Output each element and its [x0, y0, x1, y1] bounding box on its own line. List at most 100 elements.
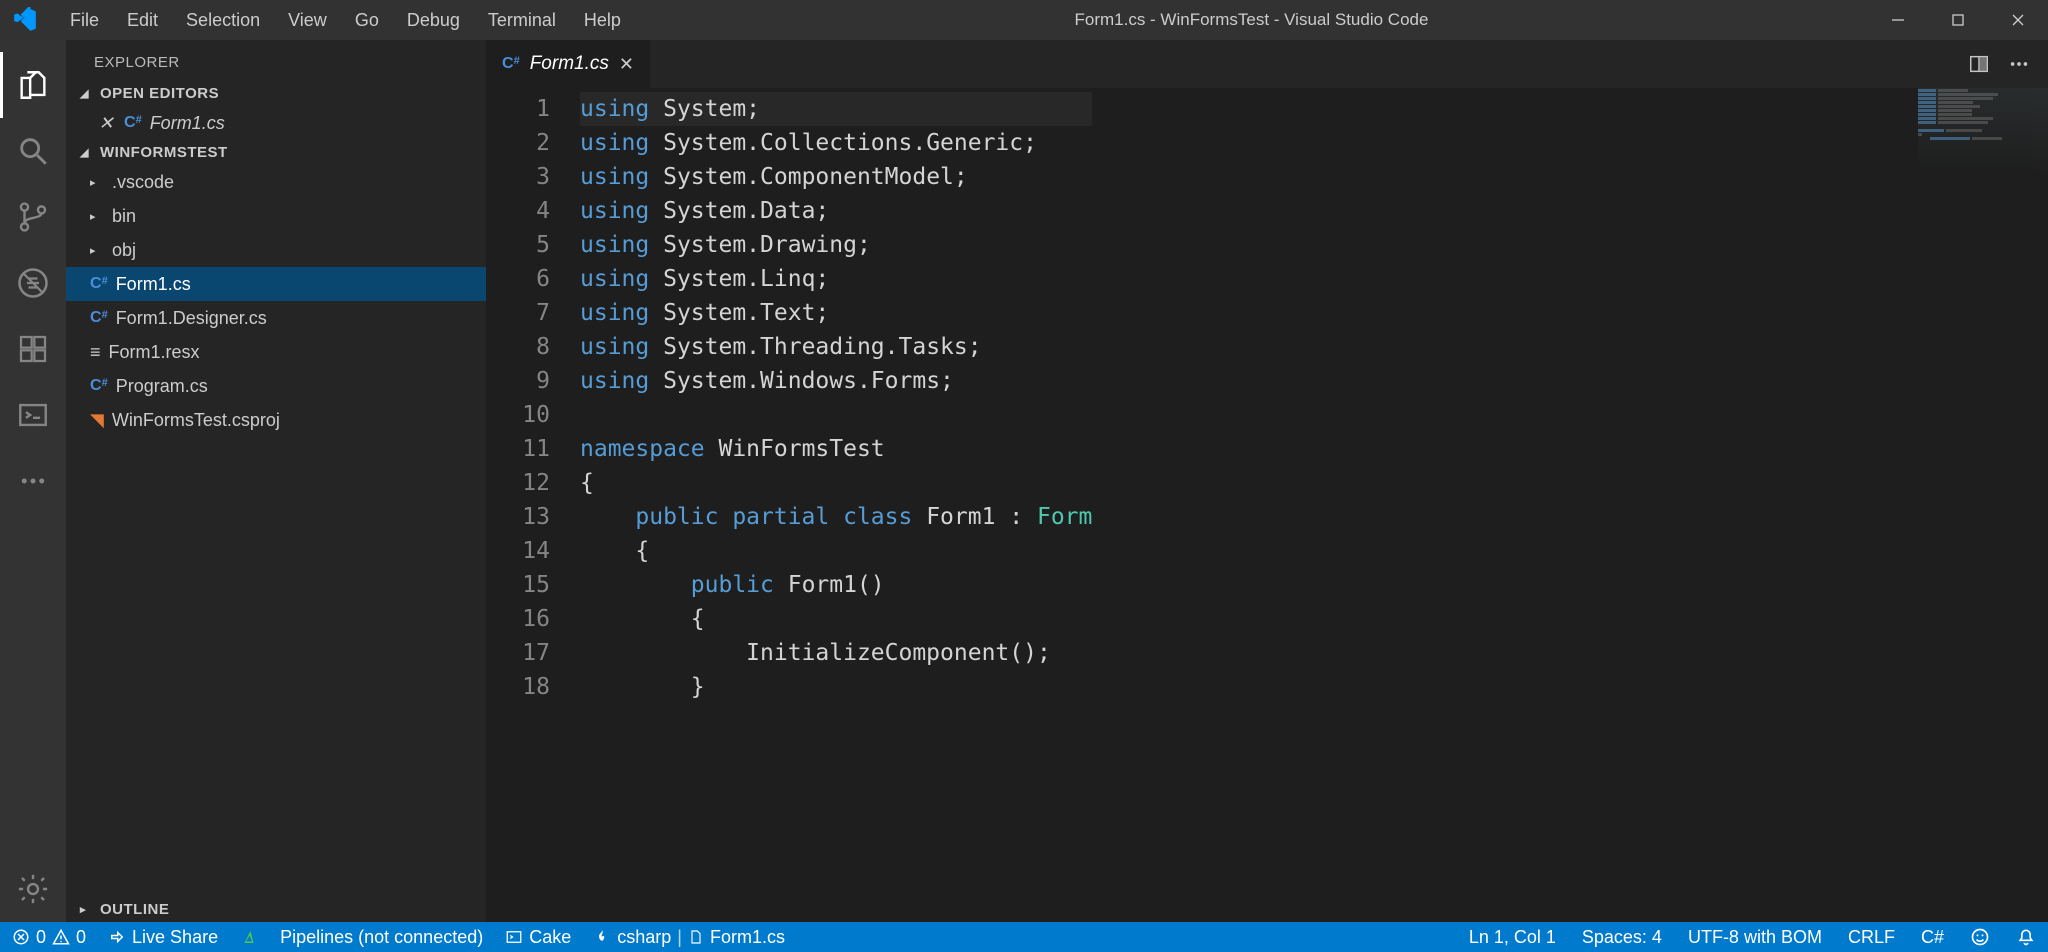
branch-icon: [16, 200, 50, 234]
sidebar-title: EXPLORER: [66, 40, 486, 81]
outline-header[interactable]: ▸ OUTLINE: [66, 897, 486, 922]
code-content[interactable]: using System;using System.Collections.Ge…: [580, 88, 1092, 922]
csharp-file-icon: [502, 55, 520, 73]
minimap[interactable]: [1918, 88, 2048, 198]
tree-item-form1-designer-cs[interactable]: Form1.Designer.cs: [66, 301, 486, 335]
csharp-file-icon: [90, 275, 108, 293]
csharp-file-icon: [90, 377, 108, 395]
csharp-file-icon: [124, 114, 142, 132]
status-cake[interactable]: Cake: [505, 927, 571, 948]
file-name: Form1.Designer.cs: [116, 308, 267, 329]
tree-item-bin[interactable]: ▸bin: [66, 199, 486, 233]
status-omnisharp[interactable]: csharp | Form1.cs: [593, 927, 785, 948]
title-bar: FileEditSelectionViewGoDebugTerminalHelp…: [0, 0, 2048, 40]
file-name: WinFormsTest.csproj: [112, 410, 280, 431]
activity-explorer[interactable]: [0, 52, 66, 118]
extensions-icon: [17, 333, 49, 365]
window-title: Form1.cs - WinFormsTest - Visual Studio …: [635, 10, 1868, 30]
status-indent[interactable]: Spaces: 4: [1582, 927, 1662, 948]
close-icon[interactable]: ✕: [96, 113, 116, 134]
close-icon[interactable]: ✕: [619, 54, 634, 75]
terminal-icon: [505, 928, 523, 946]
warning-count: 0: [76, 927, 86, 948]
chevron-right-icon: ▸: [90, 244, 104, 257]
status-live-share[interactable]: Live Share: [108, 927, 218, 948]
chevron-down-icon: ◢: [80, 146, 98, 159]
chevron-right-icon: ▸: [90, 176, 104, 189]
chevron-down-icon: ◢: [80, 87, 98, 100]
chevron-right-icon: ▸: [90, 210, 104, 223]
error-count: 0: [36, 927, 46, 948]
status-problems[interactable]: 0 0: [12, 927, 86, 948]
files-icon: [16, 68, 50, 102]
minimize-button[interactable]: [1868, 0, 1928, 40]
menu-help[interactable]: Help: [570, 0, 635, 40]
code-editor[interactable]: 123456789101112131415161718 using System…: [486, 88, 2048, 922]
project-label: WINFORMSTEST: [100, 144, 228, 161]
menu-selection[interactable]: Selection: [172, 0, 274, 40]
status-eol[interactable]: CRLF: [1848, 927, 1895, 948]
editor-group: Form1.cs ✕ 123456789101112131415161718 u…: [486, 40, 2048, 922]
open-editors-label: OPEN EDITORS: [100, 85, 219, 102]
warning-icon: [52, 928, 70, 946]
chevron-right-icon: ▸: [80, 903, 98, 916]
outline-label: OUTLINE: [100, 901, 169, 918]
menu-go[interactable]: Go: [341, 0, 393, 40]
csharp-file-icon: [90, 309, 108, 327]
tree-item-obj[interactable]: ▸ obj: [66, 233, 486, 267]
menu-debug[interactable]: Debug: [393, 0, 474, 40]
cake-label: Cake: [529, 927, 571, 948]
menu-edit[interactable]: Edit: [113, 0, 172, 40]
menu-bar: FileEditSelectionViewGoDebugTerminalHelp: [56, 0, 635, 40]
split-editor-icon[interactable]: [1968, 53, 1990, 75]
activity-source-control[interactable]: [0, 184, 66, 250]
live-share-label: Live Share: [132, 927, 218, 948]
status-language[interactable]: C#: [1921, 927, 1944, 948]
tree-item-form1-cs[interactable]: Form1.cs: [66, 267, 486, 301]
tree-item-program-cs[interactable]: Program.cs: [66, 369, 486, 403]
close-button[interactable]: [1988, 0, 2048, 40]
tab-form1[interactable]: Form1.cs ✕: [486, 40, 651, 88]
tree-item--vscode[interactable]: ▸ .vscode: [66, 165, 486, 199]
activity-more[interactable]: [0, 448, 66, 514]
smiley-icon: [1970, 927, 1990, 947]
status-encoding[interactable]: UTF-8 with BOM: [1688, 927, 1822, 948]
ellipsis-icon: [18, 466, 48, 496]
menu-view[interactable]: View: [274, 0, 341, 40]
file-name: Program.cs: [116, 376, 208, 397]
tab-label: Form1.cs: [530, 53, 609, 75]
file-name: Form1.resx: [109, 342, 200, 363]
azure-icon: [240, 928, 258, 946]
folder-name: obj: [112, 240, 136, 261]
pipelines-label: Pipelines (not connected): [280, 927, 483, 948]
flame-icon: [593, 928, 611, 946]
menu-terminal[interactable]: Terminal: [474, 0, 570, 40]
status-pipelines[interactable]: Pipelines (not connected): [280, 927, 483, 948]
status-feedback[interactable]: [1970, 927, 1990, 947]
gear-icon: [16, 872, 50, 906]
open-editors-header[interactable]: ◢ OPEN EDITORS: [66, 81, 486, 106]
status-cursor[interactable]: Ln 1, Col 1: [1469, 927, 1556, 948]
activity-search[interactable]: [0, 118, 66, 184]
activity-bar: [0, 40, 66, 922]
window-controls: [1868, 0, 2048, 40]
menu-file[interactable]: File: [56, 0, 113, 40]
folder-name: .vscode: [112, 172, 174, 193]
csharp-label: csharp: [617, 927, 671, 948]
tree-item-winformstest-csproj[interactable]: ◥WinFormsTest.csproj: [66, 403, 486, 437]
more-icon[interactable]: [2008, 53, 2030, 75]
tree-item-form1-resx[interactable]: ≡Form1.resx: [66, 335, 486, 369]
maximize-button[interactable]: [1928, 0, 1988, 40]
activity-debug[interactable]: [0, 250, 66, 316]
file-icon: [688, 929, 704, 945]
open-editor-file[interactable]: ✕ Form1.cs: [66, 106, 486, 140]
activity-settings[interactable]: [0, 856, 66, 922]
activity-extensions[interactable]: [0, 316, 66, 382]
activity-terminal[interactable]: [0, 382, 66, 448]
status-azure[interactable]: [240, 928, 258, 946]
active-file-label: Form1.cs: [710, 927, 785, 948]
status-notifications[interactable]: [2016, 927, 2036, 947]
search-icon: [16, 134, 50, 168]
project-header[interactable]: ◢ WINFORMSTEST: [66, 140, 486, 165]
error-icon: [12, 928, 30, 946]
